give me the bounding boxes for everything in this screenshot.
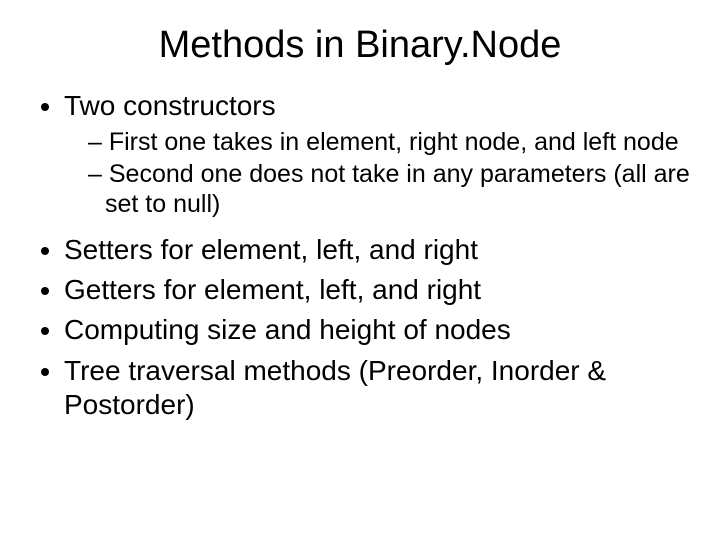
bullet-text: Setters for element, left, and right <box>64 234 478 265</box>
list-item: Getters for element, left, and right <box>64 273 690 307</box>
page-title: Methods in Binary.Node <box>30 24 690 67</box>
bullet-text: Two constructors <box>64 90 276 121</box>
list-item: Computing size and height of nodes <box>64 313 690 347</box>
sub-bullet-list: First one takes in element, right node, … <box>64 127 690 219</box>
list-item: Setters for element, left, and right <box>64 233 690 267</box>
bullet-list: Two constructors First one takes in elem… <box>30 89 690 422</box>
bullet-text: Computing size and height of nodes <box>64 314 511 345</box>
bullet-text: Getters for element, left, and right <box>64 274 481 305</box>
bullet-text: Second one does not take in any paramete… <box>105 160 690 218</box>
bullet-text: First one takes in element, right node, … <box>109 128 679 156</box>
bullet-text: Tree traversal methods (Preorder, Inorde… <box>64 355 606 420</box>
sub-list-item: First one takes in element, right node, … <box>88 127 690 157</box>
sub-list-item: Second one does not take in any paramete… <box>88 159 690 219</box>
list-item: Tree traversal methods (Preorder, Inorde… <box>64 354 690 422</box>
list-item: Two constructors First one takes in elem… <box>64 89 690 219</box>
slide: Methods in Binary.Node Two constructors … <box>0 0 720 540</box>
